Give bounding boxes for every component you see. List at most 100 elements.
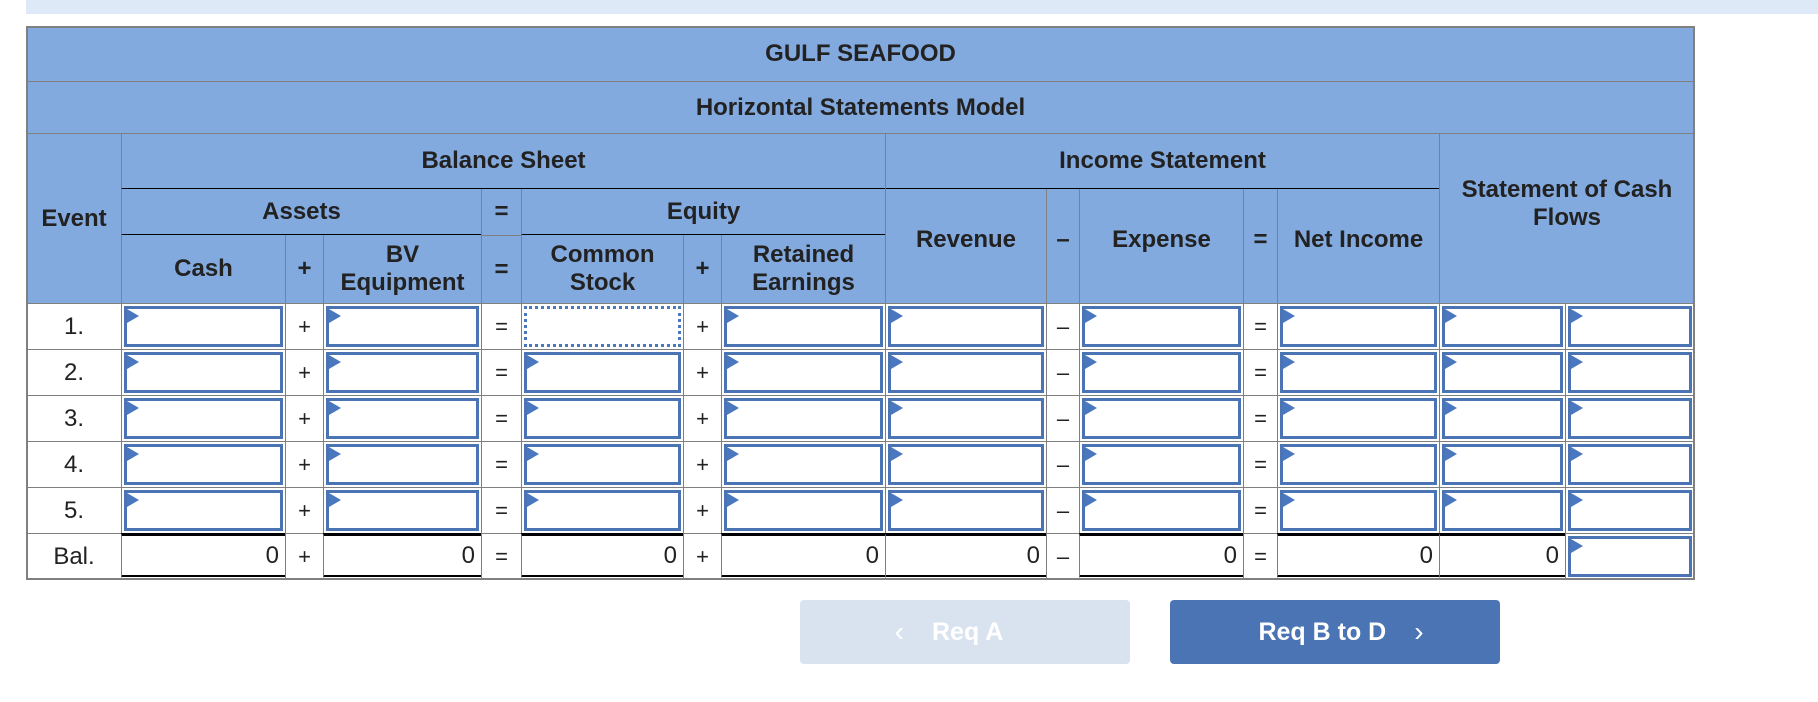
event-cash-input[interactable]: [124, 306, 283, 347]
row-cell: [1565, 303, 1695, 350]
row-cell: [121, 395, 286, 442]
event-cash-flow-type-input[interactable]: [1568, 352, 1692, 393]
row-cell: [121, 349, 286, 396]
balance-sheet-header: Balance Sheet: [121, 133, 886, 190]
next-req-b-to-d-button[interactable]: Req B to D ›: [1170, 600, 1500, 664]
row-cell: [323, 349, 482, 396]
event-label: 2.: [26, 349, 122, 396]
operator-sign: –: [1046, 349, 1080, 396]
event-net-income-input[interactable]: [1280, 490, 1437, 531]
row-cell: [121, 303, 286, 350]
operator-sign: –: [1046, 533, 1080, 580]
event-retained-earnings-input[interactable]: [724, 306, 883, 347]
operator-sign: +: [683, 395, 722, 442]
event-expense-input[interactable]: [1082, 306, 1241, 347]
row-cell: [1565, 533, 1695, 580]
operator-sign: –: [1046, 395, 1080, 442]
balance-cash-flow-type-input[interactable]: [1568, 536, 1692, 577]
operator-sign: +: [683, 533, 722, 580]
retained-earnings-header: Retained Earnings: [721, 235, 886, 304]
event-cash-flow-amount-input[interactable]: [1442, 490, 1563, 531]
event-revenue-input[interactable]: [888, 398, 1044, 439]
event-bv-equipment-input[interactable]: [326, 444, 479, 485]
row-cell: [323, 441, 482, 488]
row-cell: [721, 349, 886, 396]
event-common-stock-input[interactable]: [524, 398, 681, 439]
event-revenue-input[interactable]: [888, 444, 1044, 485]
event-bv-equipment-input[interactable]: [326, 398, 479, 439]
row-cell: [521, 395, 684, 442]
event-label: Bal.: [26, 533, 122, 580]
event-common-stock-input[interactable]: [524, 352, 681, 393]
event-cash-flow-type-input[interactable]: [1568, 306, 1692, 347]
row-cell: [1079, 303, 1244, 350]
revenue-header: Revenue: [885, 189, 1047, 304]
row-cell: [121, 441, 286, 488]
row-cell: [1079, 441, 1244, 488]
event-cash-input[interactable]: [124, 352, 283, 393]
row-cell: [1277, 395, 1440, 442]
event-cash-flow-amount-input[interactable]: [1442, 352, 1563, 393]
event-cash-flow-type-input[interactable]: [1568, 444, 1692, 485]
prev-req-a-button[interactable]: ‹ Req A: [800, 600, 1130, 664]
event-expense-input[interactable]: [1082, 398, 1241, 439]
event-retained-earnings-input[interactable]: [724, 444, 883, 485]
equals-sign-header: =: [481, 235, 522, 304]
event-cash-input[interactable]: [124, 398, 283, 439]
event-net-income-input[interactable]: [1280, 444, 1437, 485]
event-net-income-input[interactable]: [1280, 306, 1437, 347]
event-cash-input[interactable]: [124, 444, 283, 485]
operator-sign: +: [683, 303, 722, 350]
prev-button-label: Req A: [932, 617, 1004, 646]
row-cell: [121, 487, 286, 534]
plus-sign-header: +: [285, 235, 324, 304]
event-cash-flow-amount-input[interactable]: [1442, 398, 1563, 439]
operator-sign: =: [1243, 303, 1278, 350]
operator-sign: +: [683, 487, 722, 534]
row-cell: [721, 303, 886, 350]
event-retained-earnings-input[interactable]: [724, 352, 883, 393]
row-cell: [885, 487, 1047, 534]
event-expense-input[interactable]: [1082, 490, 1241, 531]
event-bv-equipment-input[interactable]: [326, 352, 479, 393]
operator-sign: =: [1243, 349, 1278, 396]
operator-sign: =: [481, 349, 522, 396]
event-cash-input[interactable]: [124, 490, 283, 531]
event-revenue-input[interactable]: [888, 352, 1044, 393]
event-revenue-input[interactable]: [888, 490, 1044, 531]
event-revenue-input[interactable]: [888, 306, 1044, 347]
event-cash-flow-type-input[interactable]: [1568, 398, 1692, 439]
event-net-income-input[interactable]: [1280, 398, 1437, 439]
row-cell: [721, 395, 886, 442]
event-cash-flow-amount-input[interactable]: [1442, 444, 1563, 485]
bv-equipment-header: BV Equipment: [323, 235, 482, 304]
event-bv-equipment-input[interactable]: [326, 490, 479, 531]
event-retained-earnings-input[interactable]: [724, 398, 883, 439]
row-cell: [1439, 487, 1566, 534]
row-cell: [1079, 349, 1244, 396]
assets-equals-sign: =: [481, 189, 522, 236]
balance-cash-flow-amount-value: 0: [1439, 533, 1566, 580]
event-label: 3.: [26, 395, 122, 442]
operator-sign: =: [1243, 395, 1278, 442]
event-common-stock-input[interactable]: [524, 306, 681, 347]
income-statement-header: Income Statement: [885, 133, 1440, 190]
event-cash-flow-type-input[interactable]: [1568, 490, 1692, 531]
event-expense-input[interactable]: [1082, 352, 1241, 393]
event-net-income-input[interactable]: [1280, 352, 1437, 393]
event-expense-input[interactable]: [1082, 444, 1241, 485]
event-common-stock-input[interactable]: [524, 444, 681, 485]
row-cell: [1439, 395, 1566, 442]
row-cell: [1439, 303, 1566, 350]
row-cell: [721, 441, 886, 488]
row-cell: [521, 441, 684, 488]
equity-header: Equity: [521, 189, 886, 236]
row-cell: [521, 349, 684, 396]
event-bv-equipment-input[interactable]: [326, 306, 479, 347]
event-retained-earnings-input[interactable]: [724, 490, 883, 531]
operator-sign: +: [285, 533, 324, 580]
event-cash-flow-amount-input[interactable]: [1442, 306, 1563, 347]
operator-sign: +: [285, 487, 324, 534]
event-common-stock-input[interactable]: [524, 490, 681, 531]
minus-sign-header: –: [1046, 189, 1080, 304]
